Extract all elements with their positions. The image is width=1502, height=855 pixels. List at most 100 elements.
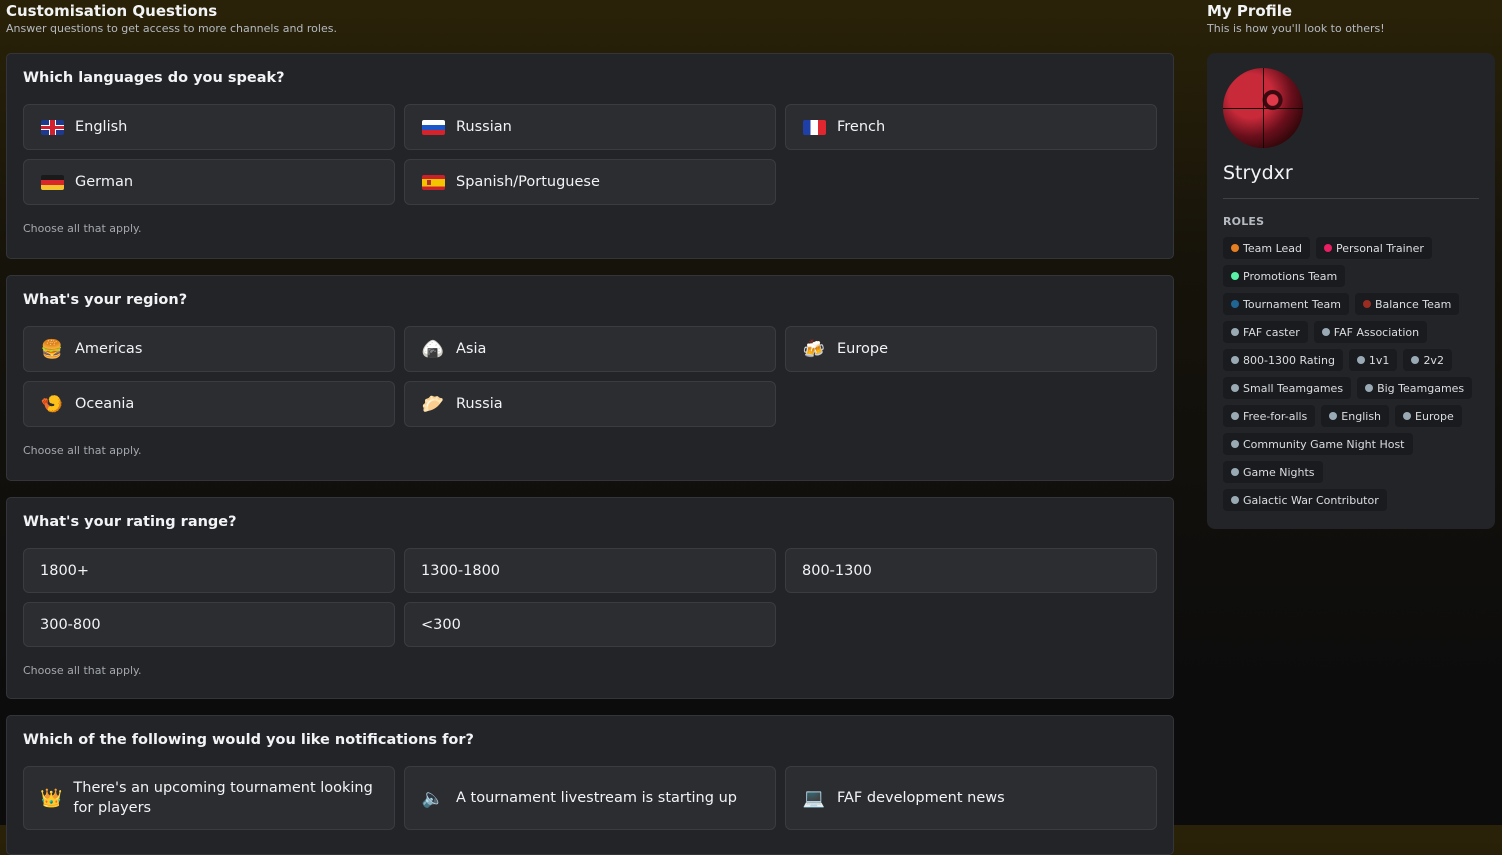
- option-label: Oceania: [75, 396, 135, 412]
- option-label: Russia: [456, 396, 503, 412]
- option-label: A tournament livestream is starting up: [456, 790, 737, 806]
- role-pill[interactable]: Big Teamgames: [1357, 377, 1473, 399]
- option-under-300[interactable]: <300: [404, 602, 776, 647]
- option-tournament-livestream[interactable]: 🔈 A tournament livestream is starting up: [404, 766, 776, 830]
- role-pill[interactable]: Personal Trainer: [1316, 237, 1432, 259]
- role-pill[interactable]: Promotions Team: [1223, 265, 1346, 287]
- option-asia[interactable]: 🍙 Asia: [404, 326, 776, 372]
- question-title: Which languages do you speak?: [23, 70, 285, 86]
- option-label: French: [837, 119, 886, 135]
- role-color-dot: [1356, 356, 1365, 364]
- role-name: 1v1: [1368, 353, 1390, 367]
- role-name: Balance Team: [1374, 297, 1452, 311]
- role-color-dot: [1324, 244, 1332, 252]
- option-oceania[interactable]: 🍤 Oceania: [23, 381, 395, 427]
- option-label: 1300-1800: [421, 562, 501, 579]
- options-grid: 👑 There's an upcoming tournament looking…: [23, 766, 1157, 830]
- option-label: Spanish/Portuguese: [456, 174, 600, 190]
- divider: [1223, 198, 1479, 199]
- question-title: Which of the following would you like no…: [23, 732, 474, 748]
- role-name: Team Lead: [1243, 241, 1302, 255]
- role-color-dot: [1231, 244, 1239, 252]
- role-pill[interactable]: Galactic War Contributor: [1223, 489, 1387, 511]
- role-color-dot: [1329, 412, 1338, 420]
- profile-subtitle: This is how you'll look to others!: [1207, 22, 1385, 35]
- role-pill[interactable]: English: [1321, 405, 1390, 427]
- option-label: Americas: [75, 341, 143, 357]
- option-1800-plus[interactable]: 1800+: [23, 548, 395, 593]
- role-pill[interactable]: Small Teamgames: [1223, 377, 1352, 399]
- option-tournament-players[interactable]: 👑 There's an upcoming tournament looking…: [23, 766, 395, 830]
- option-label: Asia: [456, 341, 487, 357]
- role-name: Tournament Team: [1243, 297, 1341, 311]
- option-russia[interactable]: 🥟 Russia: [404, 381, 776, 427]
- laptop-icon: 💻: [802, 787, 826, 809]
- option-europe[interactable]: 🍻 Europe: [785, 326, 1157, 372]
- hint-text: Choose all that apply.: [23, 664, 142, 677]
- role-color-dot: [1231, 384, 1239, 392]
- role-pill[interactable]: Team Lead: [1223, 237, 1310, 259]
- profile-card: Strydxr ROLES Team Lead Personal Trainer P…: [1207, 53, 1495, 529]
- crown-icon: 👑: [40, 787, 63, 809]
- option-1300-1800[interactable]: 1300-1800: [404, 548, 776, 593]
- option-english[interactable]: English: [23, 104, 395, 150]
- option-label: FAF development news: [837, 790, 1005, 806]
- roles-list: Team Lead Personal Trainer Promotions Team…: [1223, 237, 1473, 511]
- role-pill[interactable]: Tournament Team: [1223, 293, 1349, 315]
- role-pill[interactable]: 800-1300 Rating: [1223, 349, 1343, 371]
- role-pill[interactable]: Game Nights: [1223, 461, 1323, 483]
- role-pill[interactable]: Free-for-alls: [1223, 405, 1316, 427]
- role-color-dot: [1365, 384, 1374, 392]
- role-color-dot: [1231, 468, 1239, 476]
- beer-mugs-icon: 🍻: [802, 338, 826, 360]
- option-label: 800-1300: [802, 562, 872, 579]
- question-title: What's your rating range?: [23, 514, 237, 530]
- option-label: 300-800: [40, 616, 101, 633]
- germany-flag-icon: [40, 173, 64, 191]
- option-spanish-portuguese[interactable]: Spanish/Portuguese: [404, 159, 776, 205]
- section-subtitle: Answer questions to get access to more c…: [6, 22, 337, 35]
- role-color-dot: [1362, 300, 1371, 308]
- role-pill[interactable]: FAF Association: [1313, 321, 1428, 343]
- options-grid: 1800+ 1300-1800 800-1300 300-800 <300: [23, 548, 1157, 647]
- role-name: English: [1341, 409, 1382, 423]
- role-name: Small Teamgames: [1243, 381, 1344, 395]
- role-name: Europe: [1415, 409, 1454, 423]
- uk-flag-icon: [40, 118, 64, 136]
- option-faf-dev-news[interactable]: 💻 FAF development news: [785, 766, 1157, 830]
- role-pill[interactable]: 2v2: [1403, 349, 1452, 371]
- option-label: Russian: [456, 119, 512, 135]
- option-label: Europe: [837, 341, 888, 357]
- roles-heading: ROLES: [1223, 215, 1265, 228]
- hint-text: Choose all that apply.: [23, 444, 142, 457]
- option-french[interactable]: French: [785, 104, 1157, 150]
- option-label: German: [75, 174, 134, 190]
- option-label: 1800+: [40, 562, 90, 579]
- option-300-800[interactable]: 300-800: [23, 602, 395, 647]
- role-color-dot: [1231, 356, 1239, 364]
- option-800-1300[interactable]: 800-1300: [785, 548, 1157, 593]
- role-color-dot: [1231, 440, 1239, 448]
- option-german[interactable]: German: [23, 159, 395, 205]
- role-pill[interactable]: Community Game Night Host: [1223, 433, 1413, 455]
- role-name: Free-for-alls: [1243, 409, 1308, 423]
- question-title: What's your region?: [23, 292, 188, 308]
- option-americas[interactable]: 🍔 Americas: [23, 326, 395, 372]
- question-rating: What's your rating range? 1800+ 1300-180…: [6, 497, 1174, 699]
- customisation-column: Customisation Questions Answer questions…: [6, 0, 1174, 855]
- role-color-dot: [1231, 272, 1239, 280]
- role-pill[interactable]: Europe: [1395, 405, 1462, 427]
- role-pill[interactable]: Balance Team: [1354, 293, 1460, 315]
- role-color-dot: [1231, 300, 1239, 308]
- option-label: English: [75, 119, 128, 135]
- role-name: Big Teamgames: [1377, 381, 1465, 395]
- role-pill[interactable]: FAF caster: [1223, 321, 1308, 343]
- option-russian[interactable]: Russian: [404, 104, 776, 150]
- spain-flag-icon: [421, 173, 445, 191]
- role-name: Promotions Team: [1243, 269, 1338, 283]
- options-grid: English Russian French German Spanish/Po…: [23, 104, 1157, 205]
- role-name: FAF caster: [1243, 325, 1300, 339]
- avatar[interactable]: [1223, 68, 1303, 148]
- username: Strydxr: [1223, 162, 1293, 184]
- role-pill[interactable]: 1v1: [1348, 349, 1398, 371]
